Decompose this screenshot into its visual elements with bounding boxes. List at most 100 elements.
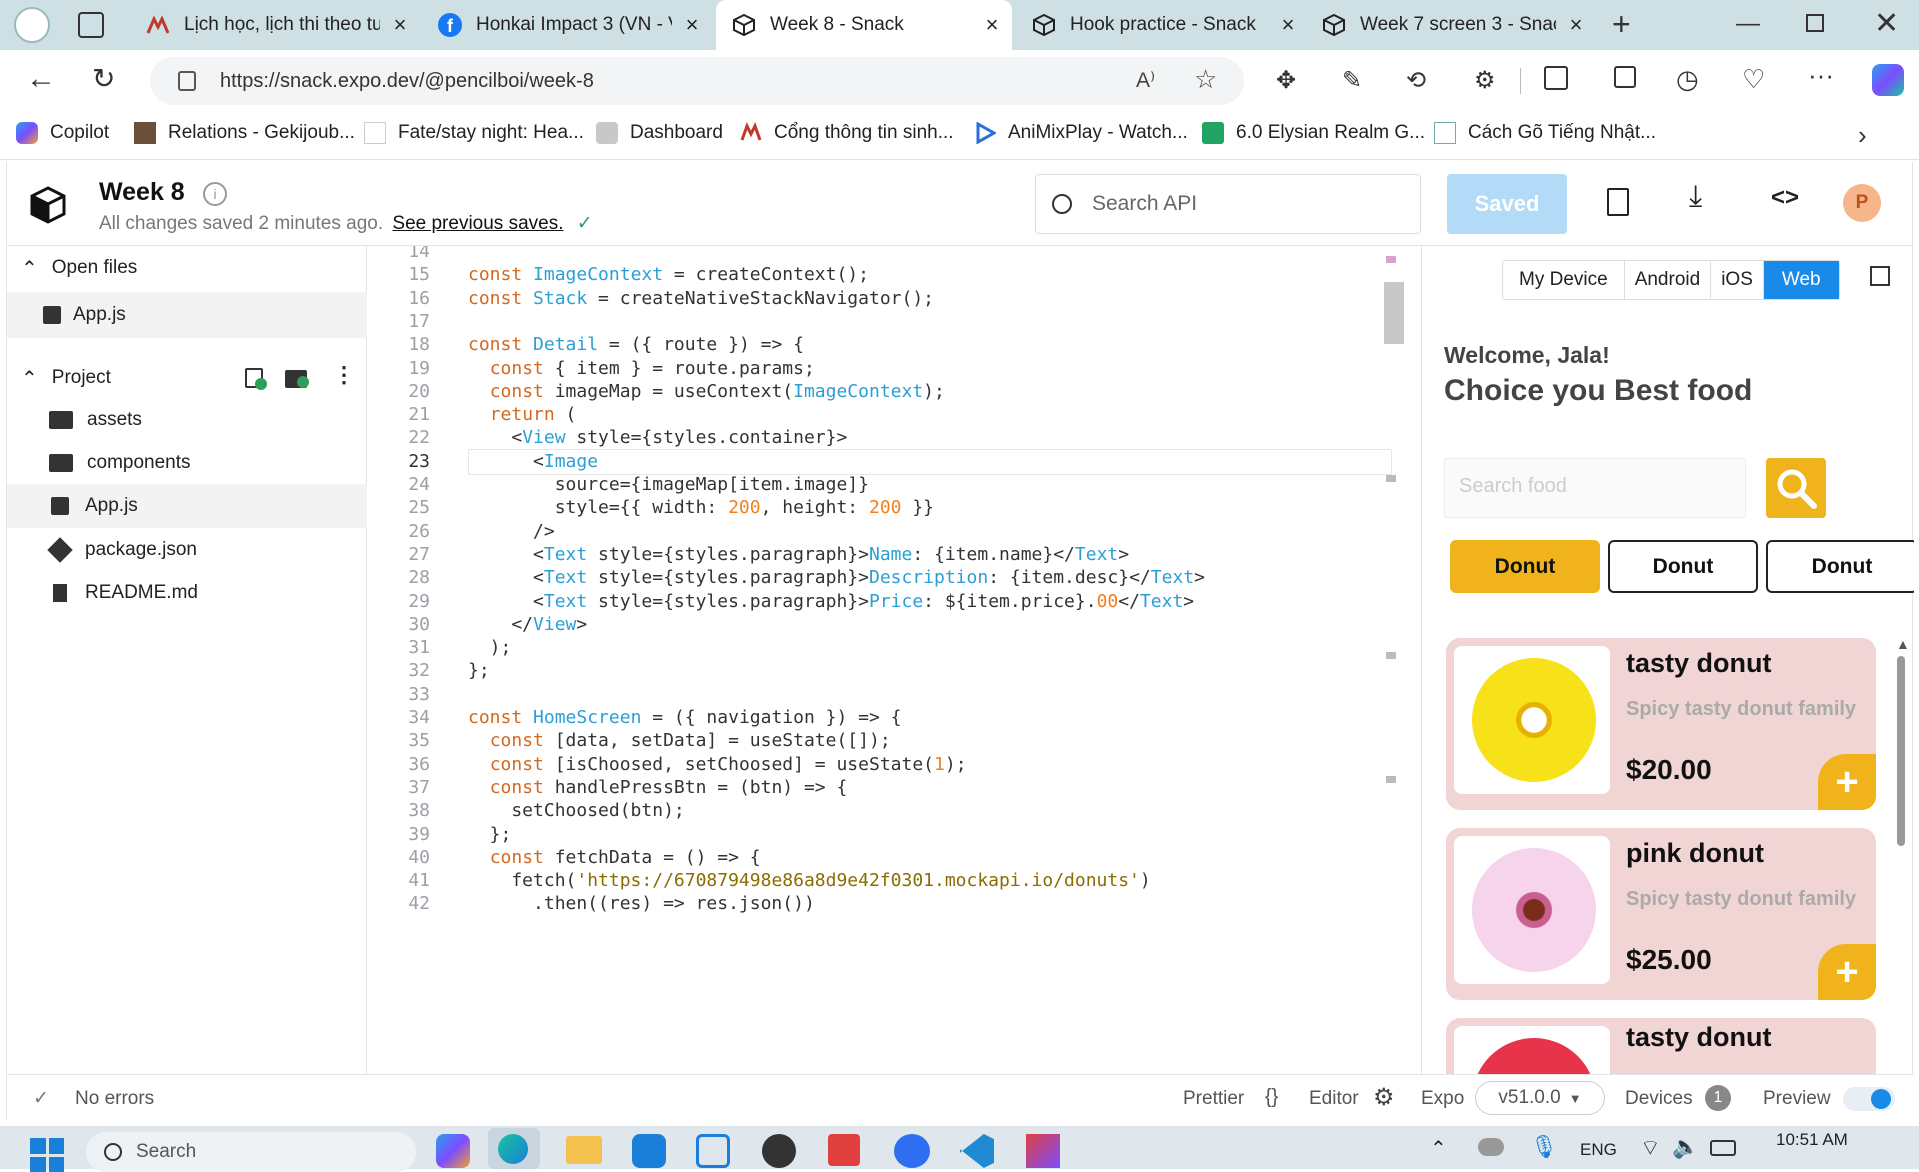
bookmark-elysian-realm[interactable]: 6.0 Elysian Realm G... xyxy=(1202,122,1425,144)
favorite-star-icon[interactable]: ☆ xyxy=(1194,64,1217,95)
close-tab-icon[interactable]: × xyxy=(672,12,712,38)
preview-toggle[interactable] xyxy=(1843,1087,1895,1111)
tab-week-8[interactable]: Week 8 - Snack × xyxy=(716,0,1012,50)
tab-week-7[interactable]: Week 7 screen 3 - Snack × xyxy=(1306,0,1596,50)
zoom-icon[interactable] xyxy=(894,1134,930,1168)
more-options-icon[interactable]: ⋮ xyxy=(333,362,355,388)
open-file-app-js[interactable]: App.js xyxy=(7,292,367,338)
scrollbar-thumb[interactable] xyxy=(1897,656,1905,846)
tab-schedule[interactable]: Lịch học, lịch thi theo tuầ × xyxy=(130,0,420,50)
snack-logo-icon[interactable] xyxy=(29,186,67,229)
open-files-section[interactable]: ⌃ Open files xyxy=(7,246,367,290)
app-icon[interactable] xyxy=(1026,1134,1060,1168)
add-to-cart-button[interactable]: + xyxy=(1818,944,1876,1000)
extension-refresh-icon[interactable]: ⟲ xyxy=(1406,66,1426,95)
input-language[interactable]: ENG xyxy=(1580,1140,1617,1160)
extension-move-icon[interactable]: ✥ xyxy=(1276,66,1296,95)
new-file-icon[interactable] xyxy=(245,368,267,390)
embed-code-icon[interactable]: <> xyxy=(1771,184,1799,212)
bookmark-fate[interactable]: Fate/stay night: Hea... xyxy=(364,122,584,144)
url-text[interactable]: https://snack.expo.dev/@pencilboi/week-8 xyxy=(220,70,594,93)
workspaces-icon[interactable] xyxy=(78,12,104,38)
chevron-right-icon[interactable]: › xyxy=(1858,120,1867,151)
bookmark-student-portal[interactable]: Cổng thông tin sinh... xyxy=(740,122,954,144)
braces-icon[interactable]: {} xyxy=(1265,1086,1278,1109)
app-icon[interactable] xyxy=(828,1134,860,1166)
food-card[interactable]: tasty donut xyxy=(1446,1018,1876,1074)
cloud-icon[interactable] xyxy=(1478,1138,1504,1156)
category-button[interactable]: Donut xyxy=(1450,540,1600,593)
close-window-button[interactable]: ✕ xyxy=(1874,6,1899,41)
prettier-button[interactable]: Prettier xyxy=(1183,1088,1244,1110)
history-icon[interactable]: ◷ xyxy=(1676,64,1699,95)
copilot-icon[interactable] xyxy=(436,1134,470,1168)
close-tab-icon[interactable]: × xyxy=(972,12,1012,38)
device-tab-android[interactable]: Android xyxy=(1625,261,1712,299)
category-button[interactable]: Donut xyxy=(1608,540,1758,593)
download-icon[interactable]: ⤓ xyxy=(1689,180,1702,214)
close-tab-icon[interactable]: × xyxy=(1268,12,1308,38)
gear-icon[interactable]: ⚙ xyxy=(1373,1083,1395,1112)
profile-icon[interactable] xyxy=(14,7,50,43)
project-title[interactable]: Week 8 xyxy=(99,178,185,207)
back-icon[interactable]: ← xyxy=(26,62,56,96)
open-external-icon[interactable] xyxy=(1870,266,1890,286)
category-button[interactable]: Donut xyxy=(1766,540,1914,593)
preview-scrollbar[interactable]: ▲ xyxy=(1894,636,1910,1074)
address-bar[interactable]: https://snack.expo.dev/@pencilboi/week-8… xyxy=(150,57,1244,105)
avatar[interactable]: P xyxy=(1843,184,1881,222)
windows-start-icon[interactable] xyxy=(30,1138,64,1172)
obs-icon[interactable] xyxy=(762,1134,796,1168)
volume-icon[interactable]: 🔈 xyxy=(1672,1134,1699,1160)
project-item-package-json[interactable]: package.json xyxy=(7,528,367,572)
search-button[interactable] xyxy=(1766,458,1826,518)
split-screen-icon[interactable] xyxy=(1544,66,1568,90)
minimize-button[interactable]: — xyxy=(1736,10,1760,38)
eyedropper-icon[interactable]: ✎ xyxy=(1342,66,1362,95)
add-to-cart-button[interactable]: + xyxy=(1818,754,1876,810)
vscode-icon[interactable] xyxy=(960,1134,994,1168)
microphone-icon[interactable]: 🎙 xyxy=(1530,1134,1558,1160)
copilot-icon[interactable] xyxy=(1872,64,1904,96)
code-editor[interactable]: 14 15 const ImageContext = createContext()… xyxy=(368,246,1421,1074)
browser-essentials-icon[interactable]: ♡ xyxy=(1742,64,1765,95)
saved-button[interactable]: Saved xyxy=(1447,174,1567,234)
project-item-assets[interactable]: assets xyxy=(7,398,367,442)
tab-honkai[interactable]: f Honkai Impact 3 (VN - Vi × xyxy=(422,0,712,50)
device-tab-my-device[interactable]: My Device xyxy=(1503,261,1625,299)
collections-icon[interactable] xyxy=(1614,66,1636,88)
close-tab-icon[interactable]: × xyxy=(380,12,420,38)
scrollbar-thumb[interactable] xyxy=(1384,282,1404,344)
scroll-up-icon[interactable]: ▲ xyxy=(1896,636,1910,652)
read-aloud-icon[interactable]: A⁾ xyxy=(1136,68,1155,93)
refresh-icon[interactable]: ↻ xyxy=(92,62,115,95)
scrollbar[interactable] xyxy=(1380,246,1404,1074)
edge-app-icon[interactable] xyxy=(488,1128,540,1169)
bookmark-relations[interactable]: Relations - Gekijoub... xyxy=(134,122,355,144)
bookmark-copilot[interactable]: Copilot xyxy=(16,122,109,144)
more-menu-icon[interactable]: ··· xyxy=(1808,60,1834,91)
info-icon[interactable]: i xyxy=(203,182,227,206)
errors-status[interactable]: No errors xyxy=(75,1088,154,1110)
battery-icon[interactable] xyxy=(1710,1140,1736,1156)
file-explorer-icon[interactable] xyxy=(566,1136,602,1164)
snipping-tool-icon[interactable] xyxy=(696,1134,730,1168)
devices-button[interactable]: Devices xyxy=(1625,1088,1693,1110)
project-section[interactable]: ⌃ Project ⋮ xyxy=(7,356,367,400)
editor-settings-button[interactable]: Editor xyxy=(1309,1088,1359,1110)
chevron-up-icon[interactable]: ⌃ xyxy=(1430,1136,1447,1161)
tab-hook-practice[interactable]: Hook practice - Snack × xyxy=(1016,0,1308,50)
zalo-icon[interactable] xyxy=(632,1134,666,1168)
extensions-puzzle-icon[interactable]: ⚙ xyxy=(1474,66,1496,95)
search-api-input[interactable]: Search API xyxy=(1035,174,1421,234)
device-tab-ios[interactable]: iOS xyxy=(1711,261,1764,299)
project-item-readme[interactable]: README.md xyxy=(7,571,367,615)
project-item-components[interactable]: components xyxy=(7,441,367,485)
food-card[interactable]: pink donut Spicy tasty donut family $25.… xyxy=(1446,828,1876,1000)
export-icon[interactable] xyxy=(1607,188,1629,216)
sdk-version-select[interactable]: v51.0.0 ▼ xyxy=(1475,1081,1605,1115)
new-tab-button[interactable]: + xyxy=(1612,6,1631,43)
project-item-app-js[interactable]: App.js xyxy=(7,484,367,528)
food-card[interactable]: tasty donut Spicy tasty donut family $20… xyxy=(1446,638,1876,810)
lock-icon[interactable] xyxy=(178,71,196,91)
